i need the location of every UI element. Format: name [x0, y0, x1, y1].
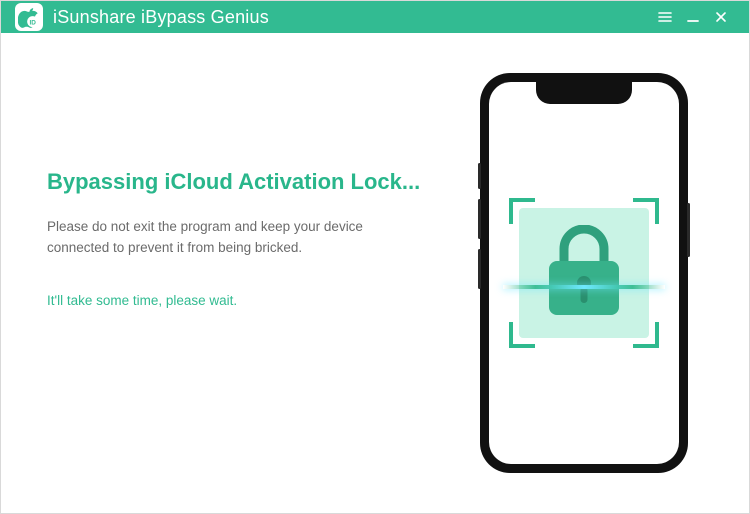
phone-side-button — [478, 249, 481, 289]
phone-illustration — [480, 73, 688, 473]
minimize-button[interactable] — [679, 3, 707, 31]
phone-screen — [489, 82, 679, 464]
scan-area — [509, 198, 659, 348]
message-panel: Bypassing iCloud Activation Lock... Plea… — [47, 73, 459, 473]
phone-side-button — [687, 203, 690, 257]
close-button[interactable] — [707, 3, 735, 31]
svg-text:ID: ID — [29, 19, 36, 26]
menu-button[interactable] — [651, 3, 679, 31]
scan-line — [503, 285, 665, 289]
illustration-panel — [459, 73, 709, 473]
title-bar: ID iSunshare iBypass Genius — [1, 1, 749, 33]
app-logo-icon: ID — [15, 3, 43, 31]
phone-side-button — [478, 199, 481, 239]
wait-message: It'll take some time, please wait. — [47, 293, 439, 308]
app-window: ID iSunshare iBypass Genius Bypassing iC… — [0, 0, 750, 514]
lock-icon — [509, 198, 659, 348]
app-title: iSunshare iBypass Genius — [53, 7, 269, 28]
phone-notch — [536, 82, 632, 104]
status-headline: Bypassing iCloud Activation Lock... — [47, 169, 439, 195]
instruction-text: Please do not exit the program and keep … — [47, 217, 427, 259]
main-content: Bypassing iCloud Activation Lock... Plea… — [1, 33, 749, 513]
phone-side-button — [478, 163, 481, 189]
